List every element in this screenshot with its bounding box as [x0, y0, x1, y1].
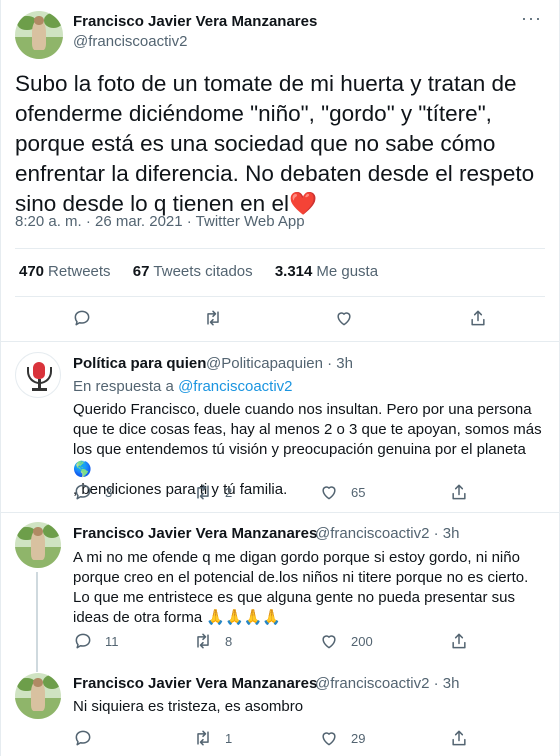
like-count: 200 [351, 633, 373, 649]
author-avatar[interactable] [15, 11, 63, 59]
retweet-count: 2 [225, 484, 233, 500]
reply-button[interactable] [73, 728, 93, 748]
like-button[interactable]: 65 [319, 482, 365, 502]
reply-text-line: porque creo en el potencial de.los niños… [73, 569, 529, 586]
author-name[interactable]: Francisco Javier Vera Manzanares [73, 13, 317, 30]
share-icon [452, 730, 466, 746]
like-button[interactable]: 29 [319, 728, 365, 748]
more-icon[interactable]: ··· [521, 8, 542, 29]
likes-label[interactable]: Me gusta [316, 263, 378, 280]
tweet-text-body: Subo la foto de un tomate de mi huerta y… [15, 71, 535, 216]
retweet-icon [197, 633, 209, 649]
share-button[interactable] [449, 482, 469, 502]
reply-button[interactable]: 3 [73, 482, 112, 502]
reply-count: 3 [105, 484, 113, 500]
author-handle[interactable]: @franciscoactiv2 [73, 33, 187, 50]
retweet-button[interactable] [203, 308, 223, 328]
share-button[interactable] [449, 728, 469, 748]
reply-avatar[interactable] [15, 522, 61, 568]
quotes-label[interactable]: Tweets citados [153, 263, 252, 280]
reply-icon [74, 310, 90, 326]
reply-text-line: Ni siquiera es tristeza, es asombro [73, 698, 304, 715]
reply-text: Ni siquiera es tristeza, es asombro [73, 697, 543, 717]
reply-text-line: ideas de otra forma 🙏🙏🙏🙏 [73, 609, 282, 626]
retweet-icon [197, 484, 209, 500]
retweet-icon [207, 310, 219, 326]
reply-text-line: A mi no me ofende q me digan gordo porqu… [73, 549, 520, 566]
reply-author-name[interactable]: Francisco Javier Vera Manzanares [73, 675, 317, 692]
divider [15, 296, 545, 297]
like-icon [322, 732, 336, 746]
share-icon [452, 484, 466, 500]
retweets-count[interactable]: 470 [19, 263, 44, 280]
reply-avatar[interactable] [15, 673, 61, 719]
reply-target-link[interactable]: @franciscoactiv2 [178, 378, 292, 395]
retweet-count: 8 [225, 633, 233, 649]
like-icon [322, 635, 336, 649]
tweet-stats: 470 Retweets 67 Tweets citados 3.314 Me gus… [19, 263, 396, 280]
retweet-button[interactable]: 8 [193, 631, 232, 651]
tweet-meta[interactable]: 8:20 a. m. · 26 mar. 2021 · Twitter Web … [15, 213, 305, 230]
reply-text: A mi no me ofende q me digan gordo porqu… [73, 548, 543, 628]
reply-button[interactable]: 11 [73, 631, 119, 651]
reply-author-name[interactable]: Política para quien [73, 355, 206, 372]
reply-button[interactable] [72, 308, 92, 328]
reply-icon [75, 633, 91, 649]
reply-author-name[interactable]: Francisco Javier Vera Manzanares [73, 525, 317, 542]
retweet-icon [197, 730, 209, 746]
reply-text-line: Lo que me entristece es que alguna gente… [73, 589, 515, 606]
reply-avatar[interactable] [15, 352, 61, 398]
share-icon [452, 633, 466, 649]
reply-text: Querido Francisco, duele cuando nos insu… [73, 400, 543, 500]
reply-author-handle[interactable]: @Politicapaquien · 3h [206, 355, 353, 372]
like-button[interactable] [334, 308, 354, 328]
reply-text-line: Querido Francisco, duele cuando nos insu… [73, 401, 532, 418]
retweet-button[interactable]: 2 [193, 482, 232, 502]
reply-text-line: que te dice cosas feas, hay al menos 2 o… [73, 421, 542, 438]
divider [15, 248, 545, 249]
like-count: 65 [351, 484, 366, 500]
share-button[interactable] [449, 631, 469, 651]
share-icon [471, 310, 485, 326]
divider [1, 341, 559, 342]
like-icon [337, 312, 351, 326]
retweet-count: 1 [225, 730, 233, 746]
like-icon [322, 486, 336, 500]
like-count: 29 [351, 730, 366, 746]
in-reply-to: En respuesta a @franciscoactiv2 [73, 378, 293, 395]
likes-count[interactable]: 3.314 [275, 263, 313, 280]
reply-icon [75, 730, 91, 746]
retweet-button[interactable]: 1 [193, 728, 232, 748]
divider [1, 512, 559, 513]
reply-text-line: , bendiciones para ti y tú familia. [73, 481, 288, 498]
thread-connector [36, 572, 38, 672]
quotes-count[interactable]: 67 [133, 263, 150, 280]
reply-text-line: los que entendemos tú visión y preocupac… [73, 441, 526, 478]
reply-count: 11 [105, 633, 119, 649]
tweet-text: Subo la foto de un tomate de mi huerta y… [15, 69, 535, 219]
in-reply-to-label: En respuesta a [73, 378, 174, 395]
like-button[interactable]: 200 [319, 631, 373, 651]
reply-author-handle[interactable]: @franciscoactiv2 · 3h [315, 525, 459, 542]
reply-icon [75, 484, 91, 500]
retweets-label[interactable]: Retweets [48, 263, 111, 280]
share-button[interactable] [468, 308, 488, 328]
reply-author-handle[interactable]: @franciscoactiv2 · 3h [315, 675, 459, 692]
tweet-thread-page: Francisco Javier Vera Manzanares @franci… [0, 0, 560, 756]
